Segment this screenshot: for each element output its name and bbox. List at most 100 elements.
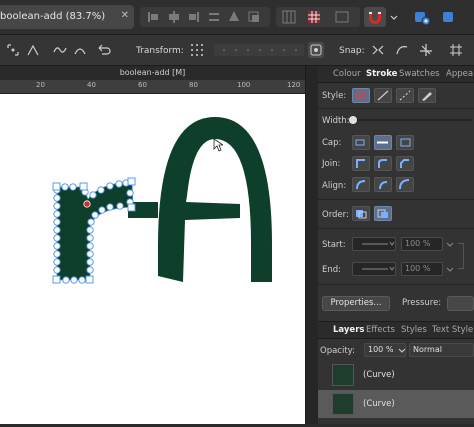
grid-color-icon[interactable]	[306, 7, 322, 27]
tab-bar: boolean-add (83.7%) ✕	[0, 0, 474, 35]
smart-node-icon[interactable]	[72, 42, 88, 58]
tab-swatches[interactable]: Swatches	[399, 69, 440, 79]
butt-cap-icon[interactable]	[352, 135, 370, 150]
snapping-magnet-icon[interactable]	[364, 7, 386, 27]
tab-colour[interactable]: Colour	[333, 69, 361, 79]
close-icon[interactable]: ✕	[121, 10, 129, 21]
round-join-icon[interactable]	[374, 156, 392, 171]
tab-layers[interactable]: Layers	[333, 325, 364, 335]
stroke-behind-icon[interactable]	[352, 206, 370, 221]
snap-curve-icon[interactable]	[394, 42, 410, 58]
ruler-label: 80	[189, 81, 198, 89]
align-inside-stroke-icon[interactable]	[374, 177, 392, 192]
stroke-front-icon[interactable]	[374, 206, 392, 221]
width-slider-thumb[interactable]	[349, 116, 357, 124]
grid-icon[interactable]	[281, 7, 297, 27]
snap-label: Snap:	[339, 46, 365, 56]
style-label: Style:	[322, 91, 347, 101]
width-label: Width:	[322, 116, 350, 126]
align-center-stroke-icon[interactable]	[352, 177, 370, 192]
guides-icon[interactable]	[334, 7, 350, 27]
align-left-icon[interactable]	[145, 7, 161, 27]
assistant-icon[interactable]	[412, 7, 432, 27]
transform-mode-icon[interactable]	[308, 42, 324, 58]
arrange-icon[interactable]	[246, 7, 262, 27]
document-tab-title: boolean-add (83.7%)	[0, 11, 106, 22]
canvas-artwork[interactable]	[0, 94, 305, 424]
divider	[318, 108, 474, 109]
divider	[318, 199, 474, 200]
start-arrowhead-select[interactable]	[352, 237, 396, 251]
layer-name: (Curve)	[363, 399, 395, 409]
layer-name: (Curve)	[363, 370, 395, 380]
pressure-label: Pressure:	[402, 298, 442, 308]
link-scale-icon[interactable]	[458, 243, 464, 269]
width-slider-track[interactable]	[357, 119, 472, 121]
start-label: Start:	[322, 240, 346, 250]
ruler-label: 20	[36, 81, 45, 89]
layer-row-selected[interactable]: (Curve)	[318, 390, 474, 418]
tab-text-styles[interactable]: Text Style	[432, 325, 473, 335]
miter-join-icon[interactable]	[352, 156, 370, 171]
document-title: boolean-add [M]	[119, 68, 186, 77]
vertical-scrollbar[interactable]	[305, 66, 318, 424]
snap-grid-icon[interactable]	[448, 42, 464, 58]
bevel-join-icon[interactable]	[396, 156, 414, 171]
reverse-curve-icon[interactable]	[95, 42, 111, 58]
pressure-graph-button[interactable]	[447, 296, 474, 311]
cap-label: Cap:	[322, 138, 342, 148]
chevron-down-icon[interactable]	[389, 7, 399, 27]
round-cap-icon[interactable]	[374, 135, 392, 150]
document-tab[interactable]: boolean-add (83.7%) ✕	[0, 5, 134, 29]
no-stroke-icon[interactable]	[352, 88, 370, 103]
context-toolbar: Transform: Snap:	[0, 35, 474, 66]
snap-nodes-icon[interactable]	[370, 42, 386, 58]
tab-styles[interactable]: Styles	[401, 325, 427, 335]
align-outside-stroke-icon[interactable]	[396, 177, 414, 192]
end-scale-field[interactable]: 100 %	[401, 262, 443, 276]
start-scale-field[interactable]: 100 %	[401, 237, 443, 251]
end-arrowhead-select[interactable]	[352, 262, 396, 276]
ruler-label: 120	[287, 81, 301, 89]
blend-mode-select[interactable]: Normal	[409, 343, 474, 357]
align-center-icon[interactable]	[166, 7, 182, 27]
mouse-cursor	[213, 138, 225, 155]
tab-effects[interactable]: Effects	[366, 325, 395, 335]
layer-thumbnail	[332, 364, 354, 386]
flip-icon[interactable]	[226, 7, 242, 27]
divider	[318, 228, 474, 229]
join-label: Join:	[322, 159, 341, 169]
tab-stroke[interactable]: Stroke	[366, 69, 397, 79]
order-label: Order:	[322, 210, 349, 220]
ruler-label: 40	[87, 81, 96, 89]
document-title-bar: boolean-add [M]	[0, 66, 305, 80]
ruler-label: 100	[237, 81, 251, 89]
node-select-icon[interactable]	[5, 42, 21, 58]
align-label: Align:	[322, 181, 347, 191]
transform-origin-icon[interactable]	[189, 42, 205, 58]
panel-tabs: Colour Stroke Swatches Appea	[318, 66, 474, 83]
layers-panel-tabs: Layers Effects Styles Text Style	[318, 321, 474, 339]
align-right-icon[interactable]	[186, 7, 202, 27]
square-cap-icon[interactable]	[396, 135, 414, 150]
canvas[interactable]	[0, 94, 305, 424]
ruler-label: 60	[138, 81, 147, 89]
properties-button[interactable]: Properties...	[322, 296, 390, 311]
horizontal-ruler[interactable]: 20 40 60 80 100 120	[0, 80, 305, 94]
solid-line-icon[interactable]	[374, 88, 392, 103]
chevron-down-icon[interactable]	[446, 263, 454, 278]
share-icon[interactable]	[438, 7, 468, 27]
chevron-down-icon[interactable]	[398, 344, 406, 359]
transform-options[interactable]	[214, 44, 304, 56]
divider	[318, 284, 474, 285]
layer-row[interactable]: (Curve)	[318, 361, 474, 389]
snap-guide-icon[interactable]	[418, 42, 434, 58]
tab-appearance[interactable]: Appea	[446, 69, 473, 79]
corner-node-icon[interactable]	[25, 42, 41, 58]
brush-stroke-icon[interactable]	[418, 88, 436, 103]
chevron-down-icon[interactable]	[446, 238, 454, 253]
distribute-icon[interactable]	[206, 7, 222, 27]
smooth-node-icon[interactable]	[52, 42, 68, 58]
opacity-label: Opacity:	[320, 346, 355, 356]
dashed-line-icon[interactable]	[396, 88, 414, 103]
